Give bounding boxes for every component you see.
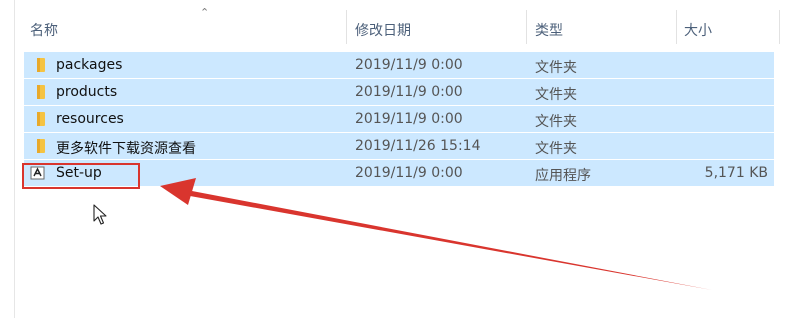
mouse-cursor-icon <box>93 204 107 225</box>
annotation-arrow <box>160 178 712 290</box>
